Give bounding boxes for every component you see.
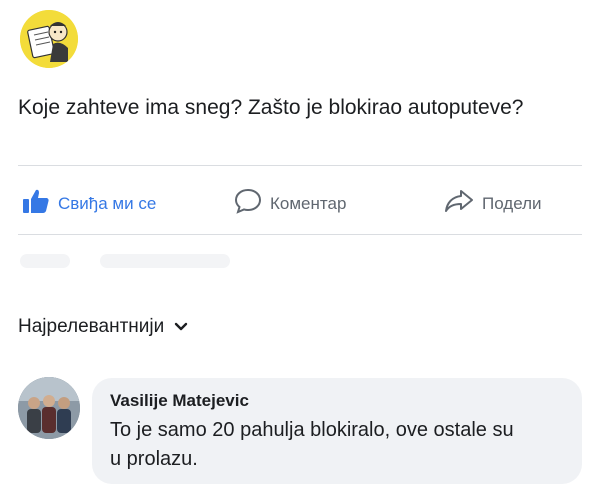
post-author-avatar[interactable] (20, 10, 78, 68)
cartoon-avatar-icon (20, 10, 78, 68)
share-label: Подели (482, 193, 542, 213)
group-photo-icon (18, 377, 80, 439)
comment-bubble: Vasilije Matejevic To je samo 20 pahulja… (92, 378, 582, 484)
comment-author[interactable]: Vasilije Matejevic (110, 390, 564, 412)
comment-label: Коментар (270, 193, 347, 213)
like-label: Свиђа ми се (58, 193, 157, 213)
chevron-down-icon (174, 316, 188, 338)
divider (18, 165, 582, 166)
share-button[interactable]: Подели (444, 188, 542, 219)
sort-label: Најрелевантнији (18, 316, 165, 337)
commenter-avatar[interactable] (18, 377, 80, 439)
comment-bubble-icon (234, 188, 262, 219)
comment-button[interactable]: Коментар (234, 188, 346, 219)
comment-sort-dropdown[interactable]: Најрелевантнији (18, 316, 188, 338)
comment-text: To je samo 20 pahulja blokiralo, ove ost… (110, 419, 514, 470)
like-button[interactable]: Свиђа ми се (22, 188, 156, 219)
post-text: Koje zahteve ima sneg? Zašto je blokirao… (18, 96, 524, 119)
divider (18, 234, 582, 235)
post-action-bar: Свиђа ми се Коментар Подели (0, 180, 600, 224)
placeholder-bar (100, 254, 230, 268)
share-arrow-icon (444, 188, 474, 219)
placeholder-bar (20, 254, 70, 268)
thumbs-up-icon (22, 188, 50, 219)
